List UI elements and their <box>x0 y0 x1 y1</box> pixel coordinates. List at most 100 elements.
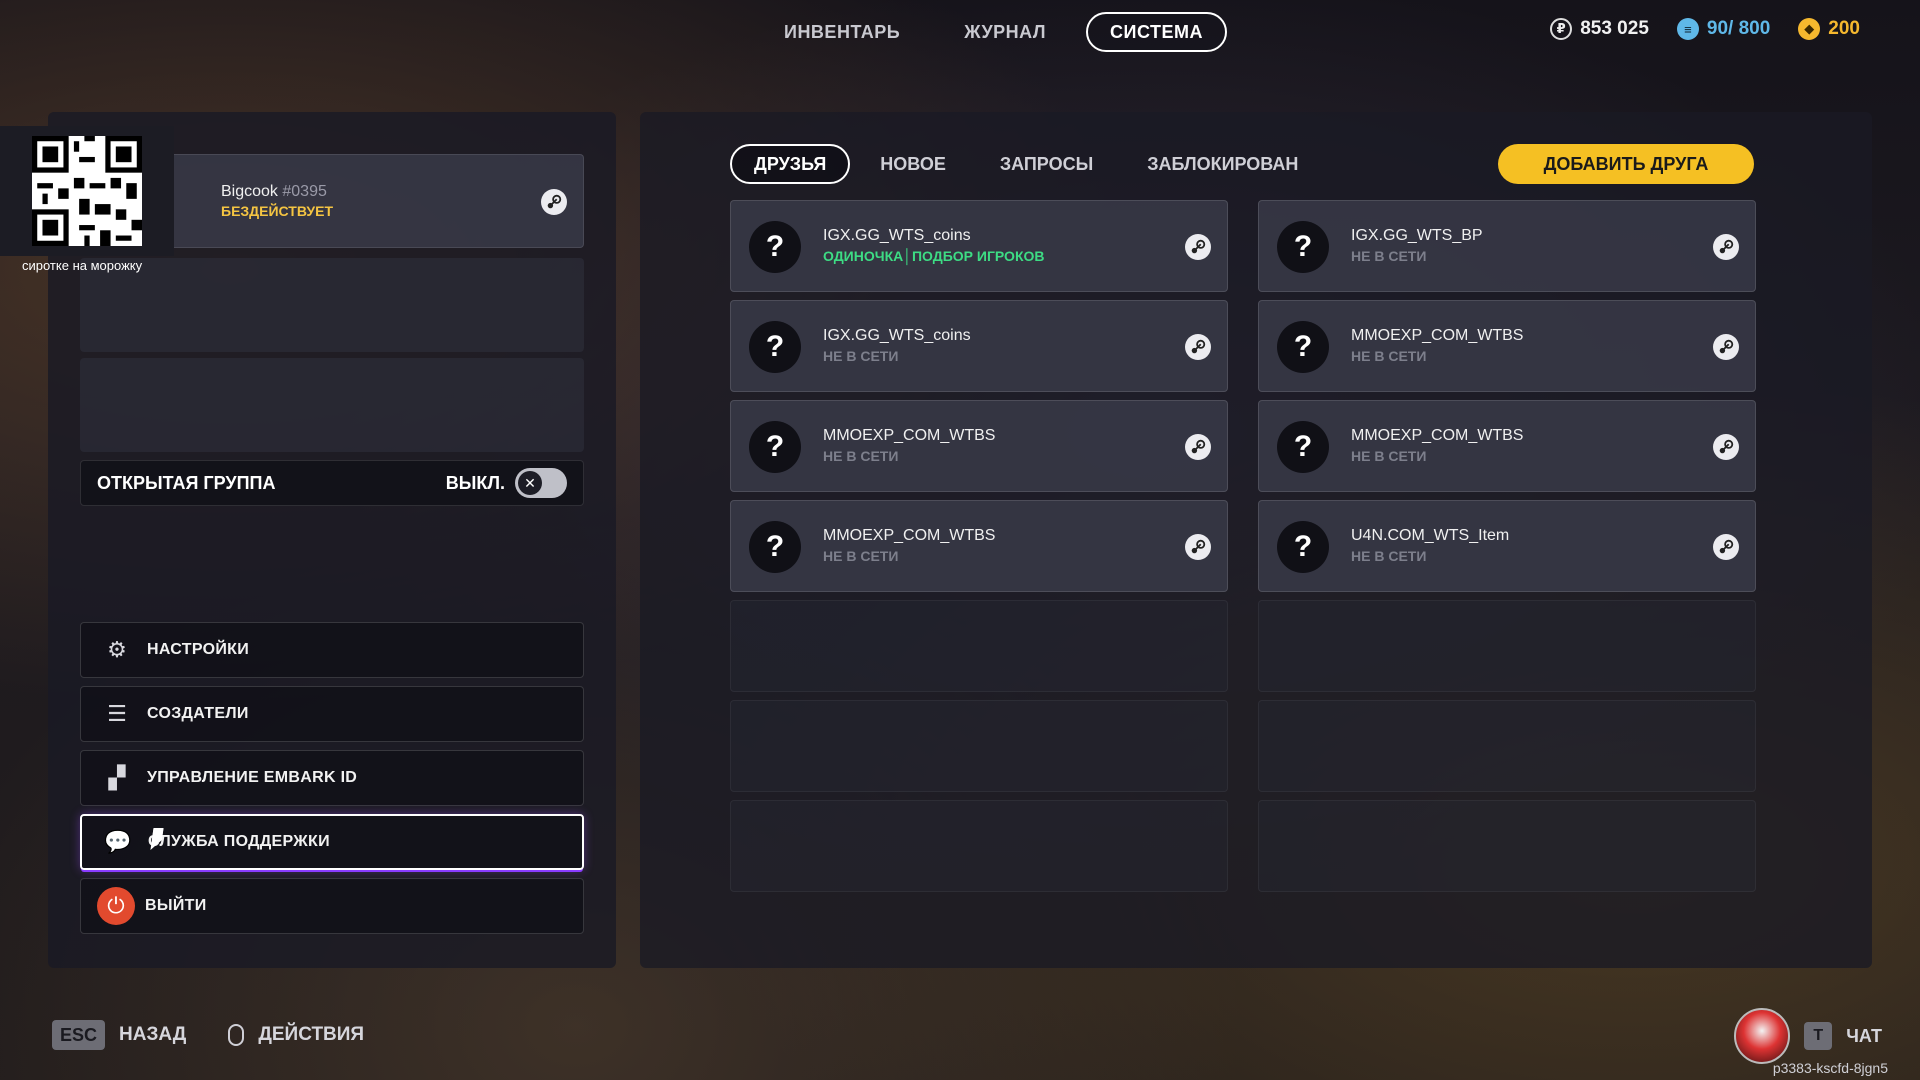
open-group-toggle[interactable]: ✕ <box>515 468 567 498</box>
empty-friend-slot <box>1258 600 1756 692</box>
player-tag: #0395 <box>282 183 327 200</box>
steam-icon <box>1185 234 1211 260</box>
friend-name: IGX.GG_WTS_BP <box>1351 227 1483 244</box>
friend-status: НЕ В СЕТИ <box>1351 448 1427 464</box>
add-friend-button[interactable]: ДОБАВИТЬ ДРУГА <box>1498 144 1754 184</box>
storage-icon: ≡ <box>1676 18 1699 40</box>
avatar: ? <box>749 421 801 473</box>
tab-requests[interactable]: ЗАПРОСЫ <box>976 144 1117 184</box>
exit-label: ВЫЙТИ <box>145 897 207 914</box>
avatar: ? <box>1277 521 1329 573</box>
tab-friends[interactable]: ДРУЗЬЯ <box>730 144 851 184</box>
empty-friend-slot <box>730 800 1228 892</box>
friend-status: ОДИНОЧКА│ПОДБОР ИГРОКОВ <box>823 248 1045 264</box>
empty-friend-slot <box>730 700 1228 792</box>
friend-card[interactable]: ? IGX.GG_WTS_BP НЕ В СЕТИ <box>1258 200 1756 292</box>
empty-friend-slot <box>1258 700 1756 792</box>
open-group-label: ОТКРЫТАЯ ГРУППА <box>97 472 276 493</box>
friend-name: MMOEXP_COM_WTBS <box>823 527 996 544</box>
empty-squad-slot[interactable] <box>80 358 584 452</box>
steam-icon <box>1713 534 1739 560</box>
chat-hint: T ЧАТ <box>1734 1008 1882 1064</box>
storage-counter: ≡ 90/ 800 <box>1676 18 1770 40</box>
friend-card[interactable]: ? MMOEXP_COM_WTBS НЕ В СЕТИ <box>730 500 1228 592</box>
avatar: ? <box>749 321 801 373</box>
settings-button[interactable]: ⚙ НАСТРОЙКИ <box>80 622 584 678</box>
friend-status: НЕ В СЕТИ <box>1351 348 1427 364</box>
tokens-counter: ◆ 200 <box>1798 18 1860 40</box>
friend-card[interactable]: ? IGX.GG_WTS_coins НЕ В СЕТИ <box>730 300 1228 392</box>
currency-bar: ₽ 853 025 ≡ 90/ 800 ◆ 200 <box>1550 18 1860 40</box>
steam-icon <box>1185 334 1211 360</box>
credits-button[interactable]: ☰ СОЗДАТЕЛИ <box>80 686 584 742</box>
empty-friend-slot <box>1258 800 1756 892</box>
friends-panel: ДРУЗЬЯ НОВОЕ ЗАПРОСЫ ЗАБЛОКИРОВАН ДОБАВИ… <box>640 112 1872 968</box>
steam-icon <box>1713 434 1739 460</box>
empty-friend-slot <box>730 600 1228 692</box>
qr-code-icon <box>32 136 142 246</box>
credits-label: СОЗДАТЕЛИ <box>147 705 249 722</box>
list-icon: ☰ <box>107 701 127 726</box>
avatar: ? <box>1277 221 1329 273</box>
avatar: ? <box>749 521 801 573</box>
tab-inventory[interactable]: ИНВЕНТАРЬ <box>760 12 924 52</box>
tab-new[interactable]: НОВОЕ <box>856 144 970 184</box>
tab-journal[interactable]: ЖУРНАЛ <box>940 12 1070 52</box>
avatar: ? <box>1277 421 1329 473</box>
close-icon: ✕ <box>518 471 542 495</box>
coin-icon: ₽ <box>1550 18 1573 40</box>
embark-id-label: УПРАВЛЕНИЕ EMBARK ID <box>147 769 358 786</box>
avatar <box>1734 1008 1791 1064</box>
chat-bubbles-icon: 💬 <box>104 829 132 854</box>
tab-system[interactable]: СИСТЕМА <box>1086 12 1228 52</box>
steam-icon <box>1713 334 1739 360</box>
tokens-icon: ◆ <box>1798 18 1821 40</box>
session-id: p3383-kscfd-8jgn5 <box>1772 1060 1888 1076</box>
player-name: Bigcook #0395 <box>221 183 327 201</box>
top-nav: ИНВЕНТАРЬ ЖУРНАЛ СИСТЕМА <box>760 12 1228 52</box>
money-counter: ₽ 853 025 <box>1550 18 1649 40</box>
steam-icon <box>1185 534 1211 560</box>
player-status: БЕЗДЕЙСТВУЕТ <box>221 203 334 219</box>
avatar: ? <box>749 221 801 273</box>
avatar: ? <box>1277 321 1329 373</box>
exit-button[interactable]: ⏻ ВЫЙТИ <box>80 878 584 934</box>
friend-status: НЕ В СЕТИ <box>1351 548 1427 564</box>
bottom-hints: ESC НАЗАД ДЕЙСТВИЯ <box>52 1020 392 1050</box>
friend-name: MMOEXP_COM_WTBS <box>1351 427 1524 444</box>
friend-name: U4N.COM_WTS_Item <box>1351 527 1510 544</box>
steam-icon <box>1185 434 1211 460</box>
friends-tabs: ДРУЗЬЯ НОВОЕ ЗАПРОСЫ ЗАБЛОКИРОВАН <box>730 144 1322 184</box>
friend-card[interactable]: ? MMOEXP_COM_WTBS НЕ В СЕТИ <box>730 400 1228 492</box>
friend-card[interactable]: ? IGX.GG_WTS_coins ОДИНОЧКА│ПОДБОР ИГРОКОВ <box>730 200 1228 292</box>
power-icon: ⏻ <box>97 887 135 925</box>
empty-squad-slot[interactable] <box>80 258 584 352</box>
tokens-value: 200 <box>1828 18 1860 39</box>
support-label: СЛУЖБА ПОДДЕРЖКИ <box>148 833 330 850</box>
esc-key-icon[interactable]: ESC <box>52 1020 106 1050</box>
t-key-icon[interactable]: T <box>1804 1022 1833 1050</box>
actions-label[interactable]: ДЕЙСТВИЯ <box>258 1024 364 1046</box>
chat-label[interactable]: ЧАТ <box>1846 1026 1882 1047</box>
mouse-icon <box>228 1024 245 1046</box>
friend-card[interactable]: ? U4N.COM_WTS_Item НЕ В СЕТИ <box>1258 500 1756 592</box>
player-name-text: Bigcook <box>221 183 278 200</box>
friend-name: MMOEXP_COM_WTBS <box>1351 327 1524 344</box>
steam-icon <box>1713 234 1739 260</box>
friend-status: НЕ В СЕТИ <box>823 448 899 464</box>
money-value: 853 025 <box>1580 18 1649 39</box>
friend-status: НЕ В СЕТИ <box>823 548 899 564</box>
open-group-state: ВЫКЛ. <box>445 472 505 493</box>
friend-name: MMOEXP_COM_WTBS <box>823 427 996 444</box>
back-label[interactable]: НАЗАД <box>119 1024 186 1046</box>
embark-id-button[interactable]: ▞ УПРАВЛЕНИЕ EMBARK ID <box>80 750 584 806</box>
qr-caption: сиротке на морожку <box>22 258 143 273</box>
gear-icon: ⚙ <box>107 637 127 662</box>
tab-blocked[interactable]: ЗАБЛОКИРОВАН <box>1123 144 1322 184</box>
friend-status: НЕ В СЕТИ <box>823 348 899 364</box>
friend-status: НЕ В СЕТИ <box>1351 248 1427 264</box>
friend-card[interactable]: ? MMOEXP_COM_WTBS НЕ В СЕТИ <box>1258 400 1756 492</box>
embark-id-icon: ▞ <box>108 765 126 790</box>
friend-card[interactable]: ? MMOEXP_COM_WTBS НЕ В СЕТИ <box>1258 300 1756 392</box>
friend-name: IGX.GG_WTS_coins <box>823 227 971 244</box>
